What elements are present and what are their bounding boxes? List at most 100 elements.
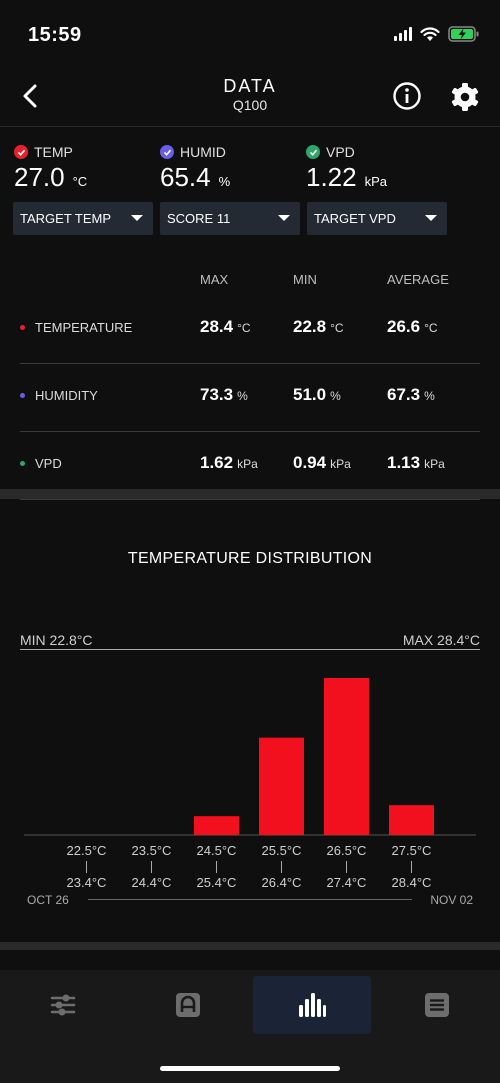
- humid-reading: HUMID 65.4%: [160, 144, 230, 193]
- dashboard-icon: [176, 993, 200, 1017]
- date-start: OCT 26: [27, 893, 69, 907]
- reading-label: VPD: [326, 144, 355, 160]
- vpd-reading: VPD 1.22 kPa: [306, 144, 387, 193]
- dropdown-label: TARGET TEMP: [20, 211, 112, 226]
- max-value: 28.4: [200, 317, 234, 336]
- reading-label: HUMID: [180, 144, 226, 160]
- stats-header: MAX MIN AVERAGE: [20, 262, 480, 296]
- tab-controls[interactable]: [4, 976, 122, 1034]
- unit: %: [237, 389, 248, 403]
- max-header: MAX: [200, 272, 229, 287]
- status-icons: [394, 26, 480, 42]
- unit: °C: [424, 321, 438, 335]
- info-button[interactable]: [392, 81, 422, 111]
- reading-unit: %: [218, 174, 231, 189]
- tab-list[interactable]: [378, 976, 496, 1034]
- home-indicator: [160, 1066, 340, 1071]
- temp-reading: TEMP 27.0 °C: [14, 144, 87, 193]
- table-row: TEMPERATURE 28.4 °C 22.8 °C 26.6 °C: [20, 296, 480, 364]
- table-row: HUMIDITY 73.3% 51.0% 67.3%: [20, 364, 480, 432]
- min-value: 0.94: [293, 453, 327, 472]
- gear-icon: [451, 83, 479, 111]
- average-value: 1.13: [387, 453, 421, 472]
- bin-high-label: 27.4°C: [327, 875, 367, 890]
- chart-max-label: MAX 28.4°C: [402, 632, 480, 648]
- bin-high-label: 26.4°C: [262, 875, 302, 890]
- unit: %: [424, 389, 435, 403]
- section-divider: [0, 942, 500, 950]
- date-end: NOV 02: [430, 893, 473, 907]
- range-line: [20, 649, 480, 650]
- max-value: 73.3: [200, 385, 234, 404]
- bin-low-label: 26.5°C: [327, 843, 367, 858]
- reading-value: 1.22: [306, 162, 357, 192]
- bin-low-label: 25.5°C: [262, 843, 302, 858]
- target-vpd-dropdown[interactable]: TARGET VPD: [307, 202, 447, 235]
- check-icon: [306, 145, 320, 159]
- date-range-line: [88, 899, 412, 900]
- min-header: MIN: [293, 272, 317, 287]
- series-dot: [20, 461, 25, 466]
- min-value: 51.0: [293, 385, 327, 404]
- chart-min-label: MIN 22.8°C: [20, 632, 93, 648]
- battery-charging-icon: [448, 26, 479, 42]
- row-label: HUMIDITY: [35, 388, 98, 403]
- reading-label: TEMP: [34, 144, 73, 160]
- average-value: 26.6: [387, 317, 421, 336]
- bin-high-label: 24.4°C: [132, 875, 172, 890]
- unit: °C: [330, 321, 344, 335]
- histogram-bar: [389, 805, 434, 835]
- caret-down-icon: [131, 215, 143, 221]
- bar-chart-icon: [299, 993, 326, 1017]
- settings-button[interactable]: [449, 81, 481, 113]
- status-bar: 15:59: [0, 0, 500, 70]
- bin-high-label: 28.4°C: [392, 875, 432, 890]
- caret-down-icon: [425, 215, 437, 221]
- stats-table: MAX MIN AVERAGE TEMPERATURE 28.4 °C 22.8 °…: [20, 262, 480, 500]
- nav-bar: DATA Q100: [0, 70, 500, 126]
- sliders-icon: [50, 994, 76, 1016]
- row-label: VPD: [35, 456, 62, 471]
- bin-low-label: 24.5°C: [197, 843, 237, 858]
- dropdown-label: SCORE 11: [167, 211, 231, 226]
- target-temp-dropdown[interactable]: TARGET TEMP: [13, 202, 153, 235]
- caret-down-icon: [278, 215, 290, 221]
- unit: kPa: [330, 457, 351, 471]
- series-dot: [20, 325, 25, 330]
- score-dropdown[interactable]: SCORE 11: [160, 202, 300, 235]
- page-title: DATA: [223, 76, 277, 96]
- tab-data[interactable]: [253, 976, 371, 1034]
- min-value: 22.8: [293, 317, 327, 336]
- check-icon: [160, 145, 174, 159]
- reading-value: 27.0: [14, 162, 65, 192]
- reading-unit: kPa: [364, 174, 388, 189]
- signal-icon: [394, 27, 412, 41]
- bin-high-label: 23.4°C: [67, 875, 107, 890]
- list-icon: [425, 993, 449, 1017]
- unit: °C: [237, 321, 251, 335]
- dropdown-label: TARGET VPD: [314, 211, 396, 226]
- reading-unit: °C: [72, 174, 88, 189]
- histogram-bar: [194, 816, 239, 835]
- tab-dashboard[interactable]: [129, 976, 247, 1034]
- check-icon: [14, 145, 28, 159]
- average-header: AVERAGE: [387, 272, 449, 287]
- max-value: 1.62: [200, 453, 234, 472]
- bin-low-label: 22.5°C: [67, 843, 107, 858]
- histogram-bar: [259, 737, 304, 835]
- unit: %: [330, 389, 341, 403]
- reading-value: 65.4: [160, 162, 211, 192]
- bin-high-label: 25.4°C: [197, 875, 237, 890]
- section-divider: [0, 489, 500, 499]
- bin-low-label: 23.5°C: [132, 843, 172, 858]
- unit: kPa: [237, 457, 258, 471]
- temperature-histogram: 22.5°C 23.4°C 23.5°C 24.4°C 24.5°C 25.4°C 25.5…: [24, 678, 476, 890]
- series-dot: [20, 393, 25, 398]
- unit: kPa: [424, 457, 445, 471]
- chart-title: TEMPERATURE DISTRIBUTION: [127, 550, 373, 567]
- row-label: TEMPERATURE: [35, 320, 133, 335]
- average-value: 67.3: [387, 385, 421, 404]
- header-divider: [0, 126, 500, 127]
- info-icon: [393, 82, 421, 110]
- wifi-icon: [420, 26, 440, 41]
